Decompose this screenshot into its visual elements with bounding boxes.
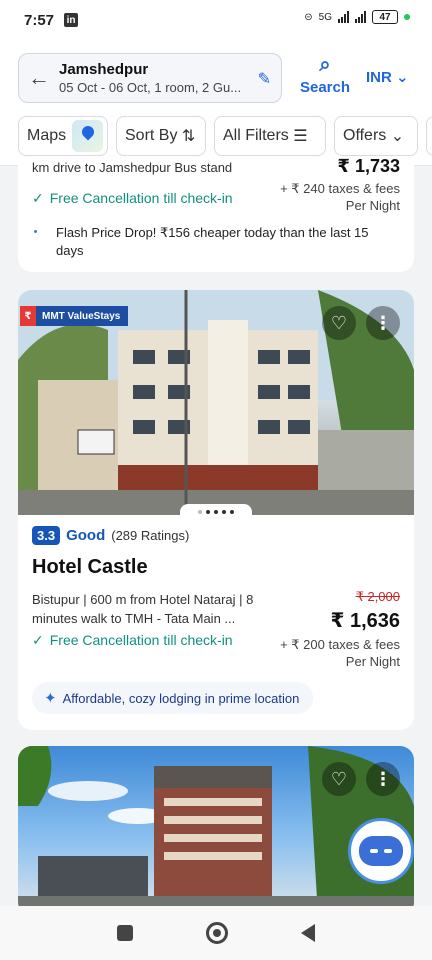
- status-icons: ⊝ 5G 47: [304, 10, 410, 24]
- back-arrow-icon[interactable]: ←: [19, 65, 59, 91]
- rating-count: (289 Ratings): [111, 528, 190, 543]
- price: ₹ 1,733: [337, 156, 400, 176]
- link-icon: ⊝: [304, 11, 313, 23]
- flash-deal-text: Flash Price Drop! ₹156 cheaper today tha…: [56, 225, 369, 258]
- offers-label: Offers: [343, 127, 387, 144]
- search-label: Search: [299, 79, 351, 96]
- rating-row: 3.3 Good (289 Ratings): [32, 526, 189, 545]
- system-navigation-bar: [0, 906, 432, 960]
- wishlist-heart-icon[interactable]: ♡: [322, 762, 356, 796]
- hotel-card-previous[interactable]: km drive to Jamshedpur Bus stand ₹ 1,733…: [18, 156, 414, 272]
- edit-pencil-icon[interactable]: ✎: [258, 69, 271, 89]
- bullet-icon: [34, 230, 37, 233]
- hotel-name[interactable]: Hotel Castle: [32, 556, 148, 579]
- more-chip[interactable]: [426, 116, 432, 156]
- booking-details: 05 Oct - 06 Oct, 1 room, 2 Gu...: [59, 80, 242, 95]
- search-button[interactable]: ⌕ Search: [298, 54, 352, 96]
- per-night-text: Per Night: [345, 654, 400, 669]
- home-icon[interactable]: [205, 922, 228, 944]
- sort-chip[interactable]: Sort By ⇅: [116, 116, 206, 156]
- offers-chip[interactable]: Offers ⌄: [334, 116, 418, 156]
- indicator-dot: [404, 14, 410, 20]
- search-summary-box[interactable]: ← Jamshedpur 05 Oct - 06 Oct, 1 room, 2 …: [18, 53, 282, 103]
- price: ₹ 1,636: [330, 610, 400, 632]
- location-title: Jamshedpur: [59, 61, 149, 78]
- all-filters-chip[interactable]: All Filters ☰: [214, 116, 326, 156]
- maps-label: Maps: [27, 127, 67, 144]
- battery-icon: 47: [372, 10, 398, 24]
- check-icon: ✓: [32, 190, 44, 206]
- highlight-pill: ✦ Affordable, cozy lodging in prime loca…: [32, 682, 314, 714]
- all-filters-label: All Filters: [223, 127, 289, 144]
- photo-carousel-dots[interactable]: [180, 504, 252, 515]
- sort-icon: ⇅: [177, 128, 196, 145]
- chevron-down-icon: ⌄: [386, 128, 405, 145]
- maps-chip[interactable]: Maps: [18, 116, 108, 156]
- sort-label: Sort By: [125, 127, 178, 144]
- network-label: 5G: [318, 11, 332, 23]
- status-bar: 7:57 in ⊝ 5G 47: [0, 0, 432, 40]
- rupee-icon: ₹: [20, 306, 36, 326]
- hotel-location: Bistupur | 600 m from Hotel Nataraj | 8 …: [32, 592, 254, 626]
- currency-selector[interactable]: INR ⌄: [366, 68, 409, 86]
- chevron-down-icon: ⌄: [396, 69, 409, 86]
- free-cancellation: ✓ Free Cancellation till check-in: [32, 632, 233, 648]
- highlight-text: Affordable, cozy lodging in prime locati…: [62, 690, 300, 706]
- rating-label: Good: [66, 527, 106, 544]
- hotel-card[interactable]: ₹ MMT ValueStays ♡ ⋮ 3.3 Good (289 Ratin…: [18, 290, 414, 730]
- taxes-text: + ₹ 240 taxes & fees: [280, 181, 400, 196]
- taxes-text: + ₹ 200 taxes & fees: [280, 637, 400, 652]
- taxes-info: + ₹ 240 taxes & fees Per Night: [280, 180, 400, 214]
- recent-apps-icon[interactable]: [116, 925, 133, 941]
- per-night-text: Per Night: [345, 198, 400, 213]
- search-header: ← Jamshedpur 05 Oct - 06 Oct, 1 room, 2 …: [0, 40, 432, 106]
- currency-label: INR: [366, 69, 392, 86]
- original-price: ₹ 2,000: [355, 589, 400, 604]
- more-options-icon[interactable]: ⋮: [366, 762, 400, 796]
- free-cancellation: ✓ Free Cancellation till check-in: [32, 190, 233, 206]
- value-stays-tag: ₹ MMT ValueStays: [20, 306, 129, 326]
- sparkle-icon: ✦: [44, 690, 57, 707]
- back-icon[interactable]: [301, 924, 316, 942]
- linkedin-icon: in: [64, 13, 79, 27]
- value-stays-label: MMT ValueStays: [42, 310, 121, 322]
- wishlist-heart-icon[interactable]: ♡: [322, 306, 356, 340]
- chat-assistant-icon[interactable]: [348, 818, 414, 884]
- distance-text: km drive to Jamshedpur Bus stand: [32, 160, 233, 175]
- rating-score: 3.3: [32, 526, 61, 545]
- map-pin-icon: [72, 120, 103, 152]
- signal-icon: [338, 11, 349, 23]
- status-time: 7:57: [24, 11, 55, 29]
- hotel-photo[interactable]: ₹ MMT ValueStays ♡ ⋮: [18, 290, 414, 515]
- taxes-info: + ₹ 200 taxes & fees Per Night: [280, 636, 400, 670]
- signal-icon-2: [355, 11, 366, 23]
- more-options-icon[interactable]: ⋮: [366, 306, 400, 340]
- search-icon: ⌕: [319, 54, 331, 76]
- check-icon: ✓: [32, 632, 44, 648]
- filter-sliders-icon: ☰: [288, 128, 308, 145]
